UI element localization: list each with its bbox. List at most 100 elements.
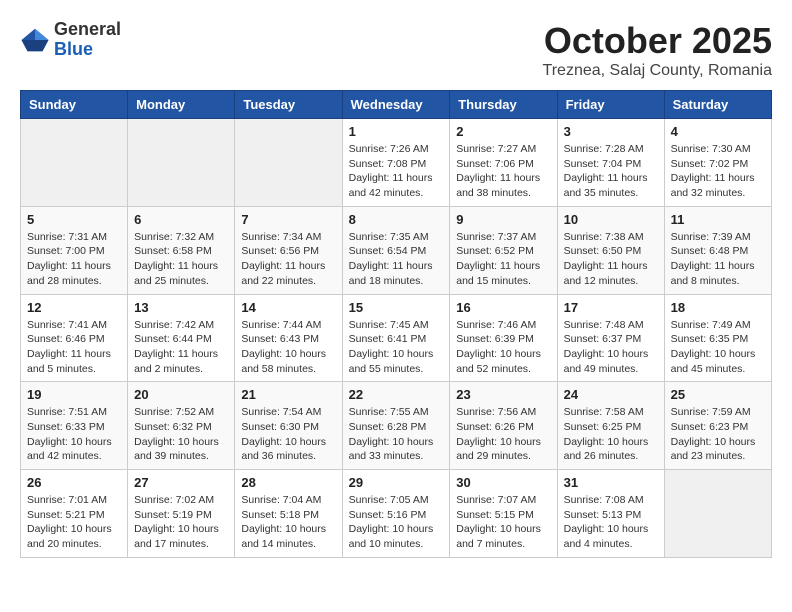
col-thursday: Thursday xyxy=(450,91,557,119)
calendar-cell xyxy=(235,119,342,207)
day-info: Sunrise: 7:04 AM Sunset: 5:18 PM Dayligh… xyxy=(241,493,335,552)
calendar-cell: 6 Sunrise: 7:32 AM Sunset: 6:58 PM Daylig… xyxy=(128,206,235,294)
calendar-cell: 2 Sunrise: 7:27 AM Sunset: 7:06 PM Daylig… xyxy=(450,119,557,207)
day-number: 17 xyxy=(564,300,658,315)
day-info: Sunrise: 7:08 AM Sunset: 5:13 PM Dayligh… xyxy=(564,493,658,552)
calendar-cell: 23Sunrise: 7:56 AM Sunset: 6:26 PM Dayli… xyxy=(450,382,557,470)
calendar-cell: 7 Sunrise: 7:34 AM Sunset: 6:56 PM Daylig… xyxy=(235,206,342,294)
calendar-title: October 2025 xyxy=(543,20,772,62)
calendar-cell: 8 Sunrise: 7:35 AM Sunset: 6:54 PM Daylig… xyxy=(342,206,450,294)
calendar-cell: 24Sunrise: 7:58 AM Sunset: 6:25 PM Dayli… xyxy=(557,382,664,470)
day-info: Sunrise: 7:30 AM Sunset: 7:02 PM Dayligh… xyxy=(671,142,765,201)
day-number: 8 xyxy=(349,212,444,227)
day-number: 19 xyxy=(27,387,121,402)
title-block: October 2025 Treznea, Salaj County, Roma… xyxy=(543,20,772,80)
day-info: Sunrise: 7:45 AM Sunset: 6:41 PM Dayligh… xyxy=(349,318,444,377)
calendar-table: Sunday Monday Tuesday Wednesday Thursday… xyxy=(20,90,772,558)
header: General Blue October 2025 Treznea, Salaj… xyxy=(20,20,772,80)
day-info: Sunrise: 7:05 AM Sunset: 5:16 PM Dayligh… xyxy=(349,493,444,552)
calendar-cell: 29 Sunrise: 7:05 AM Sunset: 5:16 PM Dayli… xyxy=(342,470,450,558)
calendar-header-row: Sunday Monday Tuesday Wednesday Thursday… xyxy=(21,91,772,119)
calendar-cell: 26Sunrise: 7:01 AM Sunset: 5:21 PM Dayli… xyxy=(21,470,128,558)
day-info: Sunrise: 7:27 AM Sunset: 7:06 PM Dayligh… xyxy=(456,142,550,201)
day-number: 10 xyxy=(564,212,658,227)
calendar-cell: 20 Sunrise: 7:52 AM Sunset: 6:32 PM Dayli… xyxy=(128,382,235,470)
day-number: 1 xyxy=(349,124,444,139)
day-info: Sunrise: 7:34 AM Sunset: 6:56 PM Dayligh… xyxy=(241,230,335,289)
day-number: 11 xyxy=(671,212,765,227)
day-info: Sunrise: 7:58 AM Sunset: 6:25 PM Dayligh… xyxy=(564,405,658,464)
day-number: 14 xyxy=(241,300,335,315)
day-number: 27 xyxy=(134,475,228,490)
day-info: Sunrise: 7:56 AM Sunset: 6:26 PM Dayligh… xyxy=(456,405,550,464)
calendar-cell: 28Sunrise: 7:04 AM Sunset: 5:18 PM Dayli… xyxy=(235,470,342,558)
calendar-cell: 13Sunrise: 7:42 AM Sunset: 6:44 PM Dayli… xyxy=(128,294,235,382)
calendar-cell: 3 Sunrise: 7:28 AM Sunset: 7:04 PM Daylig… xyxy=(557,119,664,207)
day-info: Sunrise: 7:39 AM Sunset: 6:48 PM Dayligh… xyxy=(671,230,765,289)
calendar-cell: 5 Sunrise: 7:31 AM Sunset: 7:00 PM Daylig… xyxy=(21,206,128,294)
day-number: 18 xyxy=(671,300,765,315)
calendar-cell xyxy=(21,119,128,207)
calendar-cell: 9Sunrise: 7:37 AM Sunset: 6:52 PM Daylig… xyxy=(450,206,557,294)
day-info: Sunrise: 7:26 AM Sunset: 7:08 PM Dayligh… xyxy=(349,142,444,201)
calendar-cell: 14Sunrise: 7:44 AM Sunset: 6:43 PM Dayli… xyxy=(235,294,342,382)
col-monday: Monday xyxy=(128,91,235,119)
day-info: Sunrise: 7:54 AM Sunset: 6:30 PM Dayligh… xyxy=(241,405,335,464)
calendar-cell xyxy=(128,119,235,207)
day-number: 4 xyxy=(671,124,765,139)
week-row-5: 26Sunrise: 7:01 AM Sunset: 5:21 PM Dayli… xyxy=(21,470,772,558)
calendar-cell xyxy=(664,470,771,558)
day-info: Sunrise: 7:01 AM Sunset: 5:21 PM Dayligh… xyxy=(27,493,121,552)
calendar-cell: 31 Sunrise: 7:08 AM Sunset: 5:13 PM Dayli… xyxy=(557,470,664,558)
calendar-cell: 18 Sunrise: 7:49 AM Sunset: 6:35 PM Dayli… xyxy=(664,294,771,382)
day-number: 22 xyxy=(349,387,444,402)
day-number: 31 xyxy=(564,475,658,490)
page: General Blue October 2025 Treznea, Salaj… xyxy=(0,0,792,578)
week-row-1: 1 Sunrise: 7:26 AM Sunset: 7:08 PM Daylig… xyxy=(21,119,772,207)
day-info: Sunrise: 7:49 AM Sunset: 6:35 PM Dayligh… xyxy=(671,318,765,377)
day-number: 2 xyxy=(456,124,550,139)
logo-text: General Blue xyxy=(54,20,121,60)
calendar-subtitle: Treznea, Salaj County, Romania xyxy=(543,62,772,80)
day-info: Sunrise: 7:42 AM Sunset: 6:44 PM Dayligh… xyxy=(134,318,228,377)
day-info: Sunrise: 7:35 AM Sunset: 6:54 PM Dayligh… xyxy=(349,230,444,289)
day-number: 21 xyxy=(241,387,335,402)
day-info: Sunrise: 7:28 AM Sunset: 7:04 PM Dayligh… xyxy=(564,142,658,201)
calendar-cell: 16Sunrise: 7:46 AM Sunset: 6:39 PM Dayli… xyxy=(450,294,557,382)
day-number: 3 xyxy=(564,124,658,139)
day-number: 7 xyxy=(241,212,335,227)
day-info: Sunrise: 7:41 AM Sunset: 6:46 PM Dayligh… xyxy=(27,318,121,377)
day-number: 25 xyxy=(671,387,765,402)
day-info: Sunrise: 7:38 AM Sunset: 6:50 PM Dayligh… xyxy=(564,230,658,289)
day-number: 20 xyxy=(134,387,228,402)
day-info: Sunrise: 7:31 AM Sunset: 7:00 PM Dayligh… xyxy=(27,230,121,289)
logo-general: General xyxy=(54,20,121,40)
calendar-cell: 17 Sunrise: 7:48 AM Sunset: 6:37 PM Dayli… xyxy=(557,294,664,382)
day-info: Sunrise: 7:51 AM Sunset: 6:33 PM Dayligh… xyxy=(27,405,121,464)
calendar-cell: 22 Sunrise: 7:55 AM Sunset: 6:28 PM Dayli… xyxy=(342,382,450,470)
day-info: Sunrise: 7:55 AM Sunset: 6:28 PM Dayligh… xyxy=(349,405,444,464)
calendar-cell: 1 Sunrise: 7:26 AM Sunset: 7:08 PM Daylig… xyxy=(342,119,450,207)
day-number: 6 xyxy=(134,212,228,227)
day-number: 5 xyxy=(27,212,121,227)
col-tuesday: Tuesday xyxy=(235,91,342,119)
day-info: Sunrise: 7:32 AM Sunset: 6:58 PM Dayligh… xyxy=(134,230,228,289)
day-info: Sunrise: 7:02 AM Sunset: 5:19 PM Dayligh… xyxy=(134,493,228,552)
calendar-cell: 30Sunrise: 7:07 AM Sunset: 5:15 PM Dayli… xyxy=(450,470,557,558)
day-number: 29 xyxy=(349,475,444,490)
calendar-cell: 21 Sunrise: 7:54 AM Sunset: 6:30 PM Dayli… xyxy=(235,382,342,470)
day-info: Sunrise: 7:52 AM Sunset: 6:32 PM Dayligh… xyxy=(134,405,228,464)
day-number: 9 xyxy=(456,212,550,227)
logo: General Blue xyxy=(20,20,121,60)
logo-icon xyxy=(20,25,50,55)
day-number: 15 xyxy=(349,300,444,315)
calendar-cell: 15 Sunrise: 7:45 AM Sunset: 6:41 PM Dayli… xyxy=(342,294,450,382)
week-row-3: 12Sunrise: 7:41 AM Sunset: 6:46 PM Dayli… xyxy=(21,294,772,382)
day-info: Sunrise: 7:48 AM Sunset: 6:37 PM Dayligh… xyxy=(564,318,658,377)
col-saturday: Saturday xyxy=(664,91,771,119)
col-friday: Friday xyxy=(557,91,664,119)
day-number: 30 xyxy=(456,475,550,490)
day-number: 16 xyxy=(456,300,550,315)
day-info: Sunrise: 7:59 AM Sunset: 6:23 PM Dayligh… xyxy=(671,405,765,464)
calendar-cell: 25 Sunrise: 7:59 AM Sunset: 6:23 PM Dayli… xyxy=(664,382,771,470)
